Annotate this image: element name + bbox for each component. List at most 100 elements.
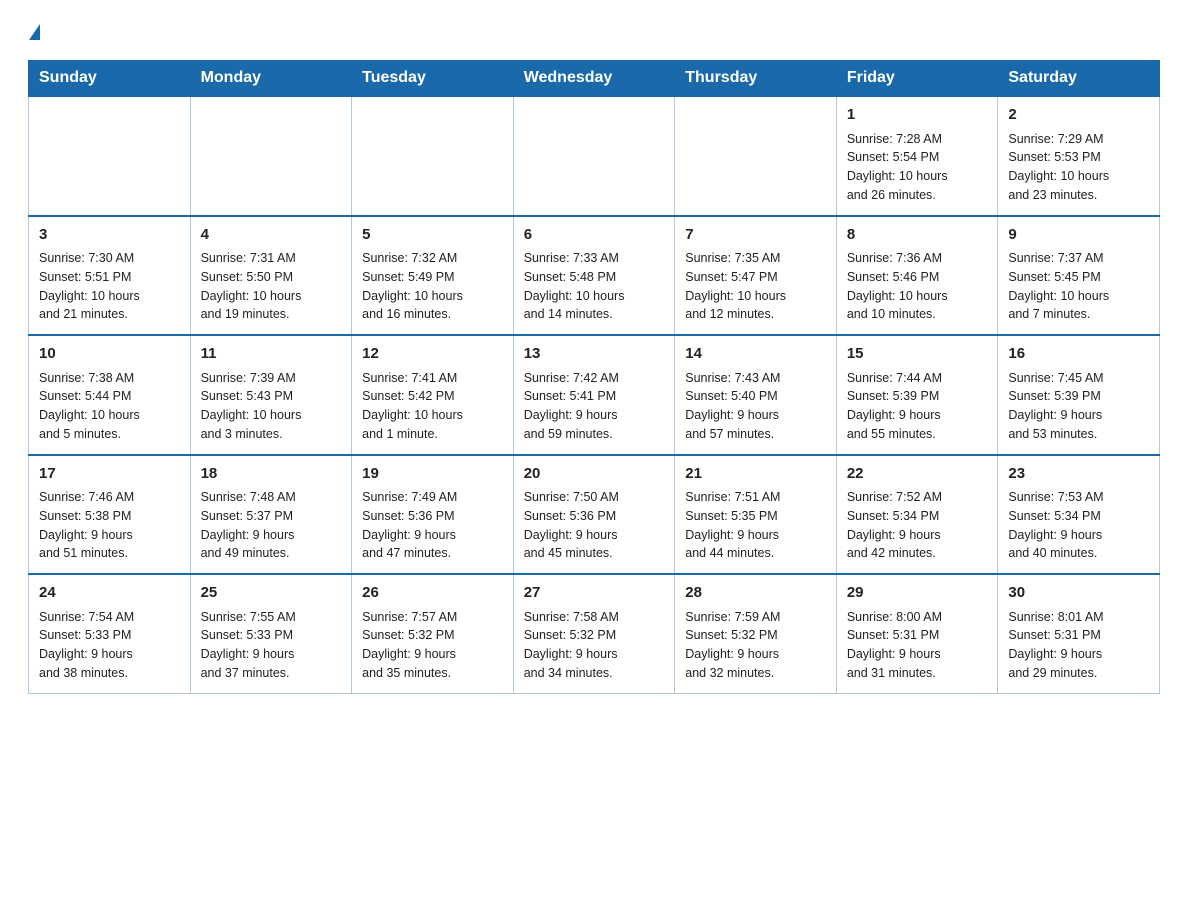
day-info: Sunrise: 7:51 AM Sunset: 5:35 PM Dayligh… [685,488,826,563]
calendar-cell: 5Sunrise: 7:32 AM Sunset: 5:49 PM Daylig… [352,216,514,336]
calendar-cell: 19Sunrise: 7:49 AM Sunset: 5:36 PM Dayli… [352,455,514,575]
day-number: 26 [362,582,503,605]
calendar-cell: 17Sunrise: 7:46 AM Sunset: 5:38 PM Dayli… [29,455,191,575]
day-number: 3 [39,224,180,247]
calendar-week-4: 17Sunrise: 7:46 AM Sunset: 5:38 PM Dayli… [29,455,1160,575]
calendar-cell: 14 Sunrise: 7:43 AM Sunset: 5:40 PM Dayli… [675,335,837,455]
day-number: 7 [685,224,826,247]
calendar-cell: 10 Sunrise: 7:38 AM Sunset: 5:44 PM Dayli… [29,335,191,455]
calendar-cell [190,96,352,216]
day-number: 10 [39,343,180,366]
calendar-cell: 30 Sunrise: 8:01 AM Sunset: 5:31 PM Dayli… [998,574,1160,693]
day-number: 4 [201,224,342,247]
day-info: Sunrise: 8:00 AM Sunset: 5:31 PM Dayligh… [847,608,988,683]
day-info: Sunrise: 8:01 AM Sunset: 5:31 PM Dayligh… [1008,608,1149,683]
day-number: 6 [524,224,665,247]
calendar-cell: 20Sunrise: 7:50 AM Sunset: 5:36 PM Dayli… [513,455,675,575]
day-info: Sunrise: 7:54 AM Sunset: 5:33 PM Dayligh… [39,608,180,683]
logo [28,24,40,42]
day-number: 11 [201,343,342,366]
day-number: 20 [524,463,665,486]
calendar-cell: 26 Sunrise: 7:57 AM Sunset: 5:32 PM Dayli… [352,574,514,693]
calendar-cell: 27 Sunrise: 7:58 AM Sunset: 5:32 PM Dayli… [513,574,675,693]
header [28,24,1160,42]
calendar-cell: 16 Sunrise: 7:45 AM Sunset: 5:39 PM Dayli… [998,335,1160,455]
column-header-wednesday: Wednesday [513,61,675,97]
calendar-cell: 18Sunrise: 7:48 AM Sunset: 5:37 PM Dayli… [190,455,352,575]
calendar-cell [29,96,191,216]
calendar-cell: 9Sunrise: 7:37 AM Sunset: 5:45 PM Daylig… [998,216,1160,336]
day-number: 13 [524,343,665,366]
calendar-cell: 6Sunrise: 7:33 AM Sunset: 5:48 PM Daylig… [513,216,675,336]
column-header-sunday: Sunday [29,61,191,97]
calendar-cell: 3Sunrise: 7:30 AM Sunset: 5:51 PM Daylig… [29,216,191,336]
calendar-cell: 4Sunrise: 7:31 AM Sunset: 5:50 PM Daylig… [190,216,352,336]
day-info: Sunrise: 7:42 AM Sunset: 5:41 PM Dayligh… [524,369,665,444]
column-header-tuesday: Tuesday [352,61,514,97]
day-number: 25 [201,582,342,605]
calendar-cell: 21Sunrise: 7:51 AM Sunset: 5:35 PM Dayli… [675,455,837,575]
day-info: Sunrise: 7:35 AM Sunset: 5:47 PM Dayligh… [685,249,826,324]
calendar-header-row: SundayMondayTuesdayWednesdayThursdayFrid… [29,61,1160,97]
day-info: Sunrise: 7:57 AM Sunset: 5:32 PM Dayligh… [362,608,503,683]
day-info: Sunrise: 7:38 AM Sunset: 5:44 PM Dayligh… [39,369,180,444]
day-number: 12 [362,343,503,366]
day-number: 5 [362,224,503,247]
column-header-thursday: Thursday [675,61,837,97]
calendar-cell: 28 Sunrise: 7:59 AM Sunset: 5:32 PM Dayli… [675,574,837,693]
day-info: Sunrise: 7:29 AM Sunset: 5:53 PM Dayligh… [1008,130,1149,205]
day-info: Sunrise: 7:46 AM Sunset: 5:38 PM Dayligh… [39,488,180,563]
day-number: 29 [847,582,988,605]
calendar-cell: 22Sunrise: 7:52 AM Sunset: 5:34 PM Dayli… [836,455,998,575]
day-number: 19 [362,463,503,486]
day-number: 21 [685,463,826,486]
day-number: 8 [847,224,988,247]
day-number: 30 [1008,582,1149,605]
day-info: Sunrise: 7:41 AM Sunset: 5:42 PM Dayligh… [362,369,503,444]
day-number: 1 [847,104,988,127]
calendar-cell: 24Sunrise: 7:54 AM Sunset: 5:33 PM Dayli… [29,574,191,693]
column-header-friday: Friday [836,61,998,97]
calendar-cell: 7Sunrise: 7:35 AM Sunset: 5:47 PM Daylig… [675,216,837,336]
calendar-cell: 15 Sunrise: 7:44 AM Sunset: 5:39 PM Dayli… [836,335,998,455]
day-info: Sunrise: 7:37 AM Sunset: 5:45 PM Dayligh… [1008,249,1149,324]
calendar-cell: 2Sunrise: 7:29 AM Sunset: 5:53 PM Daylig… [998,96,1160,216]
day-number: 9 [1008,224,1149,247]
calendar-cell: 1Sunrise: 7:28 AM Sunset: 5:54 PM Daylig… [836,96,998,216]
day-info: Sunrise: 7:39 AM Sunset: 5:43 PM Dayligh… [201,369,342,444]
calendar-week-1: 1Sunrise: 7:28 AM Sunset: 5:54 PM Daylig… [29,96,1160,216]
day-number: 14 [685,343,826,366]
calendar-cell [513,96,675,216]
day-info: Sunrise: 7:52 AM Sunset: 5:34 PM Dayligh… [847,488,988,563]
day-number: 23 [1008,463,1149,486]
calendar-week-2: 3Sunrise: 7:30 AM Sunset: 5:51 PM Daylig… [29,216,1160,336]
day-info: Sunrise: 7:53 AM Sunset: 5:34 PM Dayligh… [1008,488,1149,563]
day-info: Sunrise: 7:36 AM Sunset: 5:46 PM Dayligh… [847,249,988,324]
day-number: 17 [39,463,180,486]
day-info: Sunrise: 7:43 AM Sunset: 5:40 PM Dayligh… [685,369,826,444]
day-info: Sunrise: 7:48 AM Sunset: 5:37 PM Dayligh… [201,488,342,563]
day-info: Sunrise: 7:59 AM Sunset: 5:32 PM Dayligh… [685,608,826,683]
calendar-cell: 29 Sunrise: 8:00 AM Sunset: 5:31 PM Dayli… [836,574,998,693]
calendar-cell: 11 Sunrise: 7:39 AM Sunset: 5:43 PM Dayli… [190,335,352,455]
calendar-cell: 8Sunrise: 7:36 AM Sunset: 5:46 PM Daylig… [836,216,998,336]
calendar-week-3: 10 Sunrise: 7:38 AM Sunset: 5:44 PM Dayli… [29,335,1160,455]
day-info: Sunrise: 7:45 AM Sunset: 5:39 PM Dayligh… [1008,369,1149,444]
day-info: Sunrise: 7:31 AM Sunset: 5:50 PM Dayligh… [201,249,342,324]
column-header-monday: Monday [190,61,352,97]
day-info: Sunrise: 7:32 AM Sunset: 5:49 PM Dayligh… [362,249,503,324]
day-info: Sunrise: 7:30 AM Sunset: 5:51 PM Dayligh… [39,249,180,324]
day-number: 27 [524,582,665,605]
day-info: Sunrise: 7:33 AM Sunset: 5:48 PM Dayligh… [524,249,665,324]
calendar-week-5: 24Sunrise: 7:54 AM Sunset: 5:33 PM Dayli… [29,574,1160,693]
day-info: Sunrise: 7:50 AM Sunset: 5:36 PM Dayligh… [524,488,665,563]
day-info: Sunrise: 7:55 AM Sunset: 5:33 PM Dayligh… [201,608,342,683]
day-number: 15 [847,343,988,366]
day-info: Sunrise: 7:49 AM Sunset: 5:36 PM Dayligh… [362,488,503,563]
day-number: 16 [1008,343,1149,366]
day-info: Sunrise: 7:44 AM Sunset: 5:39 PM Dayligh… [847,369,988,444]
day-info: Sunrise: 7:58 AM Sunset: 5:32 PM Dayligh… [524,608,665,683]
day-number: 28 [685,582,826,605]
calendar-cell [675,96,837,216]
calendar-cell [352,96,514,216]
